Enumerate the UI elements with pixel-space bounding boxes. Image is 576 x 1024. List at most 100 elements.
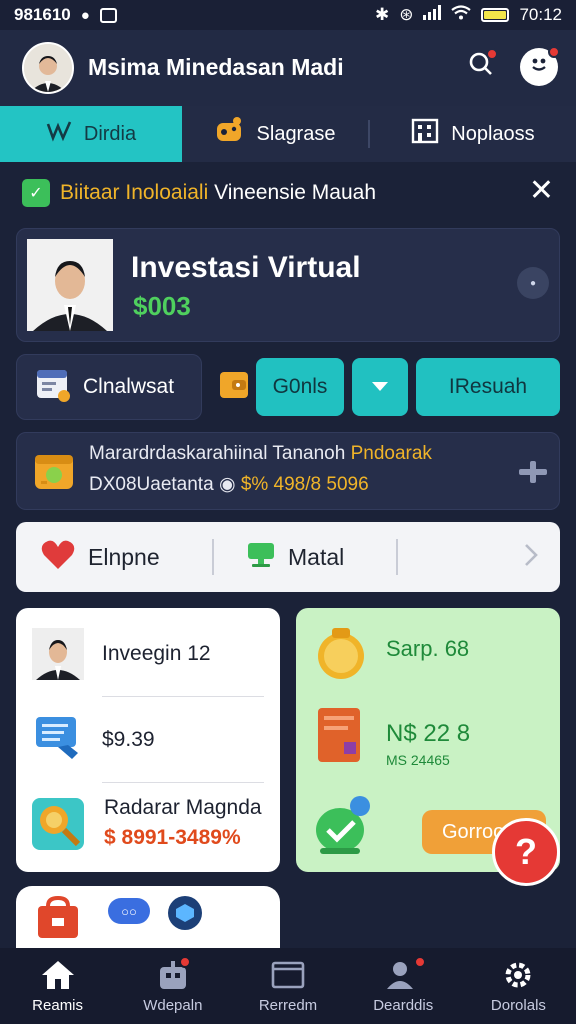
tab-dirdia[interactable]: Dirdia bbox=[0, 106, 182, 162]
profile-balance: $003 bbox=[133, 291, 191, 321]
info-line-2-text: DX08Uaetanta bbox=[89, 474, 214, 495]
chat-button[interactable] bbox=[520, 46, 560, 86]
building-icon bbox=[411, 118, 439, 150]
tab-label: Slagrase bbox=[256, 122, 336, 145]
tab-label: Dirdia bbox=[83, 122, 137, 145]
inbox-icon bbox=[271, 959, 305, 991]
status-bar: 981610 ● ✱ ⊛ 70:12 bbox=[0, 0, 576, 30]
calendar-action-card[interactable]: Clnalwsat bbox=[16, 354, 202, 420]
chat-badge bbox=[548, 46, 560, 58]
nav-inbox[interactable]: Rerredm bbox=[230, 948, 345, 1024]
nav-label: Wdepaln bbox=[143, 996, 203, 1014]
result-button[interactable]: IResuah bbox=[416, 358, 560, 416]
chart-icon bbox=[46, 120, 72, 148]
elnpne-button[interactable]: Elnpne bbox=[40, 537, 212, 577]
dropdown-button[interactable] bbox=[352, 358, 408, 416]
heart-icon bbox=[40, 537, 76, 577]
profile-photo bbox=[27, 239, 113, 331]
page-title: Msima Minedasan Madi bbox=[88, 54, 344, 80]
quick-divider bbox=[212, 539, 214, 575]
list-divider bbox=[102, 696, 264, 697]
toggle-icon[interactable]: ○○ bbox=[108, 898, 150, 924]
cube-icon bbox=[168, 896, 202, 930]
list-item-value: $9.39 bbox=[102, 728, 155, 751]
goals-button[interactable]: G0nls bbox=[256, 358, 344, 416]
quick-divider bbox=[396, 539, 398, 575]
list-item-label: Inveegin 12 bbox=[102, 642, 211, 665]
investment-panel: Inveegin 12 $9.39 Radarar Magnda $ 8991-… bbox=[16, 608, 280, 872]
list-item[interactable]: Radarar Magnda $ 8991-3489% bbox=[32, 784, 264, 868]
notebook-icon bbox=[314, 706, 366, 771]
message-notification-icon bbox=[99, 7, 117, 23]
balance-amount: N$ 22 8 bbox=[386, 720, 471, 747]
more-dot-icon[interactable]: ● bbox=[517, 267, 549, 299]
avatar[interactable] bbox=[22, 42, 74, 94]
coin-icon: ◉ bbox=[218, 474, 236, 495]
tab-slagrase[interactable]: Slagrase bbox=[182, 106, 368, 162]
chevron-down-icon bbox=[371, 375, 389, 399]
info-line-1-text: Marardrdaskarahiinal Tananoh bbox=[89, 443, 346, 464]
elnpne-label: Elnpne bbox=[88, 543, 160, 570]
status-time: 70:12 bbox=[519, 5, 562, 24]
nav-label: Rerredm bbox=[258, 996, 318, 1014]
info-card[interactable]: Marardrdaskarahiinal Tananoh Pndoarak DX… bbox=[16, 432, 560, 510]
wifi-icon bbox=[451, 5, 472, 25]
list-divider bbox=[102, 782, 264, 783]
calendar-icon bbox=[35, 366, 73, 409]
battery-icon bbox=[481, 8, 510, 22]
banner-message: Vineensie Mauah bbox=[214, 181, 377, 204]
info-line-1-highlight: Pndoarak bbox=[350, 443, 432, 464]
wallet-icon bbox=[218, 368, 254, 407]
vibrate-icon: ⊛ bbox=[399, 5, 414, 24]
info-line-2-highlight: $% 498/8 5096 bbox=[240, 474, 369, 495]
list-item[interactable]: Inveegin 12 bbox=[32, 612, 264, 696]
game-icon bbox=[215, 117, 245, 151]
info-line-1: Marardrdaskarahiinal Tananoh Pndoarak bbox=[89, 443, 432, 465]
smiley-icon bbox=[526, 51, 552, 83]
banner-highlight: Biitaar Inoloaiali bbox=[60, 181, 209, 204]
more-options-icon[interactable] bbox=[519, 461, 547, 488]
list-item-percent: $ 8991-3489% bbox=[104, 826, 241, 849]
banner-text: Biitaar Inoloaiali Vineensie Mauah bbox=[60, 181, 376, 205]
calendar-action-label: Clnalwsat bbox=[83, 375, 175, 398]
shopping-bag-icon bbox=[36, 895, 80, 945]
status-right: ✱ ⊛ 70:12 bbox=[375, 5, 562, 25]
bluetooth-icon: ✱ bbox=[374, 5, 390, 24]
profile-card[interactable]: Investasi Virtual $003 ● bbox=[16, 228, 560, 342]
magnifier-icon bbox=[32, 796, 86, 858]
app-notification-icon: ● bbox=[80, 6, 90, 24]
notification-button[interactable] bbox=[462, 48, 500, 86]
matal-button[interactable]: Matal bbox=[246, 539, 396, 575]
close-icon[interactable]: ✕ bbox=[529, 176, 554, 206]
promo-card[interactable]: ○○ bbox=[16, 886, 280, 956]
nav-settings[interactable]: Dorolals bbox=[461, 948, 576, 1024]
nav-user[interactable]: Dearddis bbox=[346, 948, 461, 1024]
gear-icon bbox=[501, 959, 535, 991]
quick-actions-bar: Elnpne Matal bbox=[16, 522, 560, 592]
tab-label: Noplaoss bbox=[451, 122, 535, 145]
list-item[interactable]: $9.39 bbox=[32, 698, 264, 782]
balance-sub: MS 24465 bbox=[386, 752, 450, 768]
help-button[interactable]: ? bbox=[492, 818, 560, 886]
notification-badge bbox=[486, 48, 498, 60]
nav-label: Dorolals bbox=[490, 996, 546, 1014]
app-header: Msima Minedasan Madi bbox=[0, 30, 576, 106]
tab-noplaoss[interactable]: Noplaoss bbox=[370, 106, 576, 162]
info-line-2: DX08Uaetanta ◉ $% 498/8 5096 bbox=[89, 473, 369, 496]
nav-badge bbox=[413, 956, 426, 968]
nav-robot[interactable]: Wdepaln bbox=[115, 948, 230, 1024]
status-clock: 981610 bbox=[14, 5, 71, 24]
signal-icon bbox=[423, 5, 442, 25]
matal-label: Matal bbox=[288, 543, 345, 570]
monitor-icon bbox=[246, 539, 276, 575]
savings-amount: Sarp. 68 bbox=[386, 636, 470, 661]
nav-label: Dearddis bbox=[373, 996, 434, 1014]
nav-home[interactable]: Reamis bbox=[0, 948, 115, 1024]
tab-bar: Dirdia Slagrase Noplaoss bbox=[0, 106, 576, 162]
promo-banner: ✓ Biitaar Inoloaiali Vineensie Mauah ✕ bbox=[0, 162, 576, 224]
avatar bbox=[32, 628, 84, 680]
nav-label: Reamis bbox=[32, 996, 84, 1014]
chevron-right-icon[interactable] bbox=[524, 543, 538, 572]
profile-name: Investasi Virtual bbox=[131, 251, 361, 284]
checkmark-icon bbox=[314, 794, 374, 861]
